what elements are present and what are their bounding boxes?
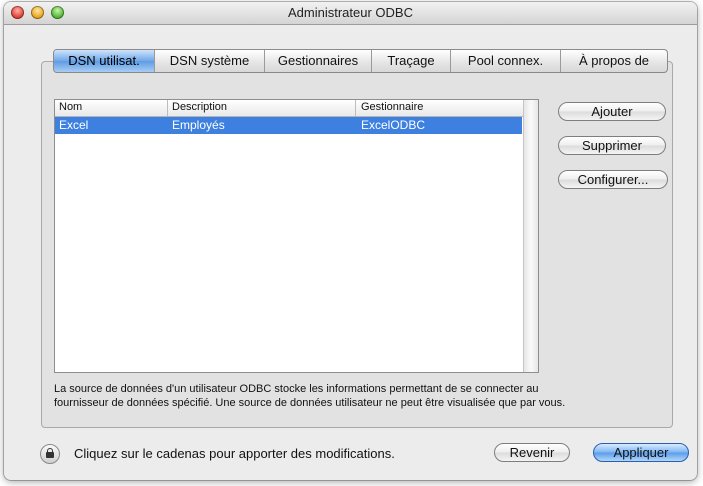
tab-user-dsn[interactable]: DSN utilisat. (54, 50, 155, 72)
column-separator (355, 100, 356, 116)
column-header-description[interactable]: Description (172, 101, 227, 113)
column-separator (167, 100, 168, 116)
vertical-scrollbar[interactable] (523, 100, 538, 372)
configure-button[interactable]: Configurer... (558, 170, 668, 189)
tab-drivers[interactable]: Gestionnaires (265, 50, 372, 72)
dsn-table[interactable]: Nom Description Gestionnaire Excel Emplo… (54, 99, 539, 373)
add-button[interactable]: Ajouter (558, 102, 666, 121)
tab-about[interactable]: À propos de (561, 50, 667, 72)
lock-icon[interactable] (40, 444, 60, 464)
table-header: Nom Description Gestionnaire (55, 100, 524, 117)
tab-bar: DSN utilisat. DSN système Gestionnaires … (53, 49, 668, 73)
row-name-cell: Excel (59, 118, 89, 132)
table-row[interactable]: Excel Employés ExcelODBC (55, 117, 522, 134)
title-bar[interactable]: Administrateur ODBC (4, 2, 697, 25)
row-description-cell: Employés (172, 118, 225, 132)
tab-connection-pooling[interactable]: Pool connex. (451, 50, 561, 72)
row-driver-cell: ExcelODBC (361, 118, 426, 132)
description-text: La source de données d'un utilisateur OD… (54, 383, 566, 409)
remove-button[interactable]: Supprimer (558, 136, 666, 155)
revert-button[interactable]: Revenir (494, 443, 570, 462)
tab-system-dsn[interactable]: DSN système (155, 50, 265, 72)
window-title: Administrateur ODBC (288, 5, 413, 20)
column-header-name[interactable]: Nom (59, 101, 82, 113)
lock-hint-text: Cliquez sur le cadenas pour apporter des… (74, 446, 395, 461)
column-header-driver[interactable]: Gestionnaire (361, 101, 423, 113)
apply-button[interactable]: Appliquer (593, 443, 689, 462)
tab-tracing[interactable]: Traçage (372, 50, 451, 72)
